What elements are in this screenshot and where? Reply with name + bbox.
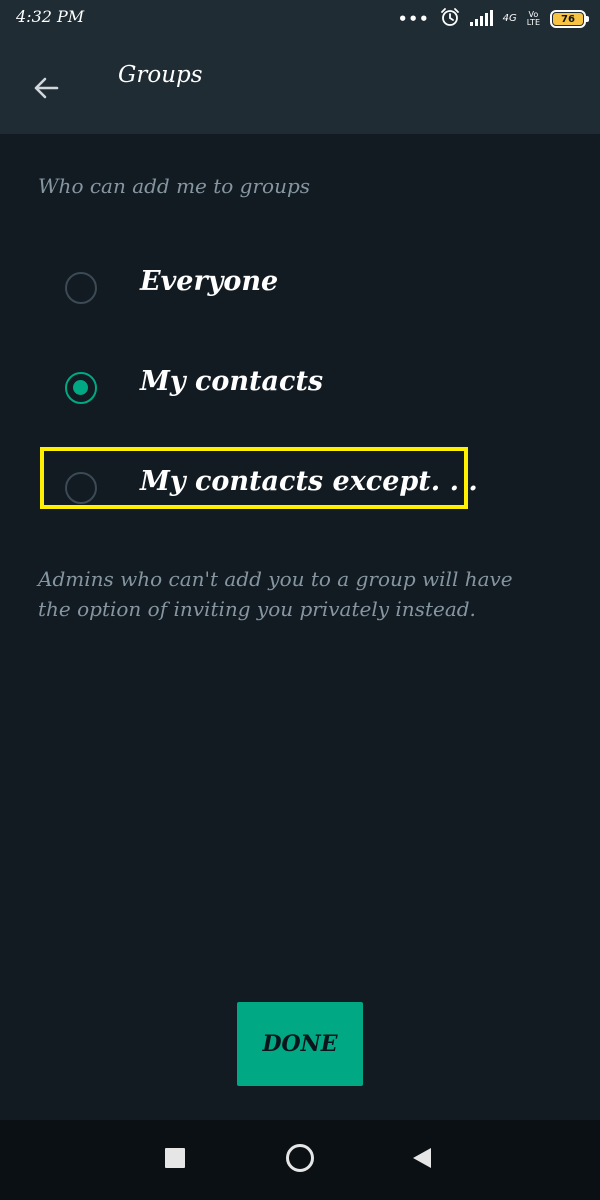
signal-strength-icon	[469, 10, 493, 26]
home-button[interactable]	[280, 1142, 320, 1178]
battery-icon: 76	[550, 10, 589, 28]
radio-everyone[interactable]	[65, 272, 97, 304]
done-button[interactable]: DONE	[237, 1002, 363, 1086]
more-notifications-icon: •••	[397, 10, 430, 28]
back-button[interactable]	[20, 68, 72, 112]
recents-button[interactable]	[155, 1142, 195, 1178]
option-everyone[interactable]: Everyone	[40, 254, 460, 318]
section-label: Who can add me to groups	[38, 174, 311, 198]
arrow-left-icon	[31, 73, 61, 107]
triangle-back-icon	[411, 1146, 433, 1174]
option-label-my-contacts: My contacts	[140, 366, 324, 397]
app-bar: Groups	[0, 38, 600, 134]
info-note: Admins who can't add you to a group will…	[38, 567, 513, 621]
status-time: 4:32 PM	[16, 7, 85, 26]
volte-label: Vo LTE	[527, 11, 540, 27]
status-icons: ••• 4G Vo LTE 76	[397, 7, 589, 31]
highlight-box	[40, 447, 468, 509]
system-back-button[interactable]	[402, 1142, 442, 1178]
circle-home-icon	[284, 1142, 316, 1178]
volte-bottom: LTE	[526, 18, 540, 27]
status-bar: 4:32 PM ••• 4G Vo LTE 76	[0, 0, 600, 38]
option-label-everyone: Everyone	[140, 266, 279, 297]
network-type-label: 4G	[502, 13, 517, 24]
option-my-contacts[interactable]: My contacts	[40, 354, 460, 418]
square-recents-icon	[164, 1147, 186, 1173]
page-title: Groups	[118, 62, 203, 88]
navigation-bar	[0, 1120, 600, 1200]
screen: 4:32 PM ••• 4G Vo LTE 76 Groups Who can …	[0, 0, 600, 1200]
battery-level: 76	[553, 13, 583, 25]
radio-my-contacts[interactable]	[65, 372, 97, 404]
alarm-clock-icon	[440, 7, 460, 31]
